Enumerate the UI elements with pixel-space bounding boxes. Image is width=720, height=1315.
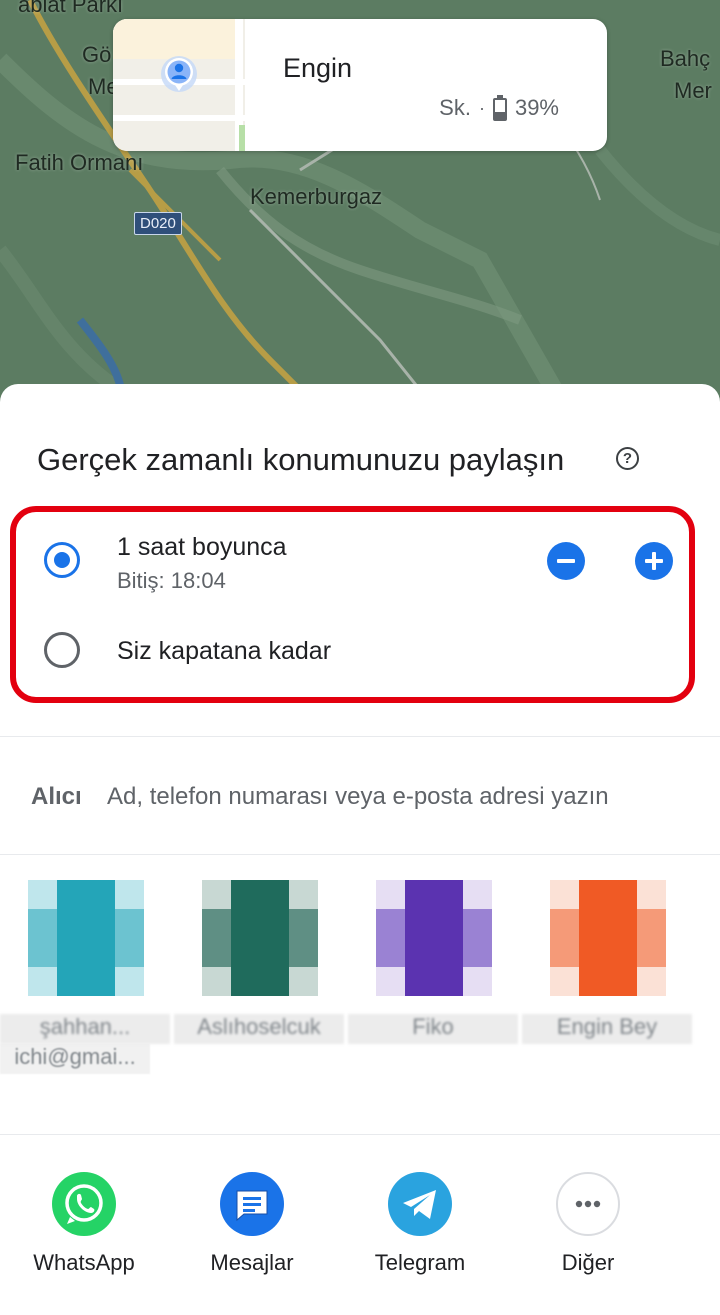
map-label-west-top: Gö bbox=[82, 42, 112, 67]
share-app-label: Diğer bbox=[561, 1250, 615, 1275]
avatar bbox=[202, 880, 318, 996]
radio-until-turned-off[interactable] bbox=[44, 632, 80, 668]
decrease-duration-button[interactable] bbox=[547, 542, 585, 580]
map-label-east-top: Bahç bbox=[660, 46, 711, 71]
recipient-label: Alıcı bbox=[31, 783, 82, 810]
increase-duration-button[interactable] bbox=[635, 542, 673, 580]
help-icon[interactable]: ? bbox=[616, 447, 639, 470]
person-name: Engin bbox=[283, 53, 353, 83]
avatar bbox=[550, 880, 666, 996]
status-separator: · bbox=[478, 97, 485, 118]
map-label-east-bottom: Mer bbox=[674, 78, 712, 103]
contact-item[interactable]: Fiko bbox=[348, 866, 518, 1078]
contact-name: Engin Bey bbox=[522, 1014, 692, 1044]
telegram-icon bbox=[388, 1172, 452, 1236]
share-app-more[interactable]: Diğer bbox=[504, 1172, 672, 1276]
contact-item[interactable]: Engin Bey bbox=[522, 866, 692, 1078]
map-label-park: ablat Parkı bbox=[18, 0, 124, 17]
status-prefix: Sk. bbox=[439, 95, 471, 120]
person-status: Sk. · 39% bbox=[439, 95, 559, 121]
share-app-label: WhatsApp bbox=[33, 1250, 135, 1275]
messages-icon bbox=[220, 1172, 284, 1236]
avatar bbox=[376, 880, 492, 996]
share-app-whatsapp[interactable]: WhatsApp bbox=[0, 1172, 168, 1276]
recipient-input[interactable] bbox=[107, 783, 687, 811]
divider bbox=[0, 736, 720, 737]
person-pin-icon bbox=[161, 56, 197, 92]
map-label-town: Kemerburgaz bbox=[250, 184, 383, 209]
highlight-annotation-box bbox=[10, 506, 695, 703]
divider bbox=[0, 1134, 720, 1135]
avatar bbox=[28, 880, 144, 996]
option-until-off-label[interactable]: Siz kapatana kadar bbox=[117, 637, 331, 666]
contact-item[interactable]: Aslıhoselcuk bbox=[174, 866, 344, 1078]
minus-icon bbox=[557, 559, 575, 563]
option-duration-label[interactable]: 1 saat boyunca bbox=[117, 533, 287, 562]
battery-icon bbox=[492, 95, 507, 121]
sheet-title: Gerçek zamanlı konumunuzu paylaşın bbox=[37, 442, 565, 477]
contact-name: Aslıhoselcuk bbox=[174, 1014, 344, 1044]
share-app-label: Mesajlar bbox=[210, 1250, 294, 1275]
radio-duration-one-hour[interactable] bbox=[44, 542, 80, 578]
contact-email: ichi@gmai... bbox=[0, 1044, 150, 1074]
more-icon bbox=[556, 1172, 620, 1236]
option-duration-end-time: Bitiş: 18:04 bbox=[117, 568, 226, 593]
divider bbox=[0, 854, 720, 855]
contact-item[interactable]: şahhan... ichi@gmai... bbox=[0, 866, 170, 1078]
contact-name: şahhan... bbox=[0, 1014, 170, 1044]
contact-name: Fiko bbox=[348, 1014, 518, 1044]
road-shield: D020 bbox=[134, 212, 182, 235]
contact-suggestions: şahhan... ichi@gmai... Aslıhoselcuk Fiko bbox=[0, 866, 720, 1078]
battery-percent: 39% bbox=[514, 95, 559, 120]
map-label-forest: Fatih Ormanı bbox=[15, 150, 144, 175]
whatsapp-icon bbox=[52, 1172, 116, 1236]
share-app-telegram[interactable]: Telegram bbox=[336, 1172, 504, 1276]
share-location-sheet: Gerçek zamanlı konumunuzu paylaşın ? 1 s… bbox=[0, 384, 720, 1315]
person-card-minimap bbox=[113, 19, 245, 151]
person-card[interactable]: Engin Sk. · 39% bbox=[113, 19, 607, 151]
share-app-messages[interactable]: Mesajlar bbox=[168, 1172, 336, 1276]
share-app-label: Telegram bbox=[374, 1250, 466, 1275]
share-apps-row: WhatsApp Mesajlar Telegram Diğer bbox=[0, 1172, 720, 1315]
